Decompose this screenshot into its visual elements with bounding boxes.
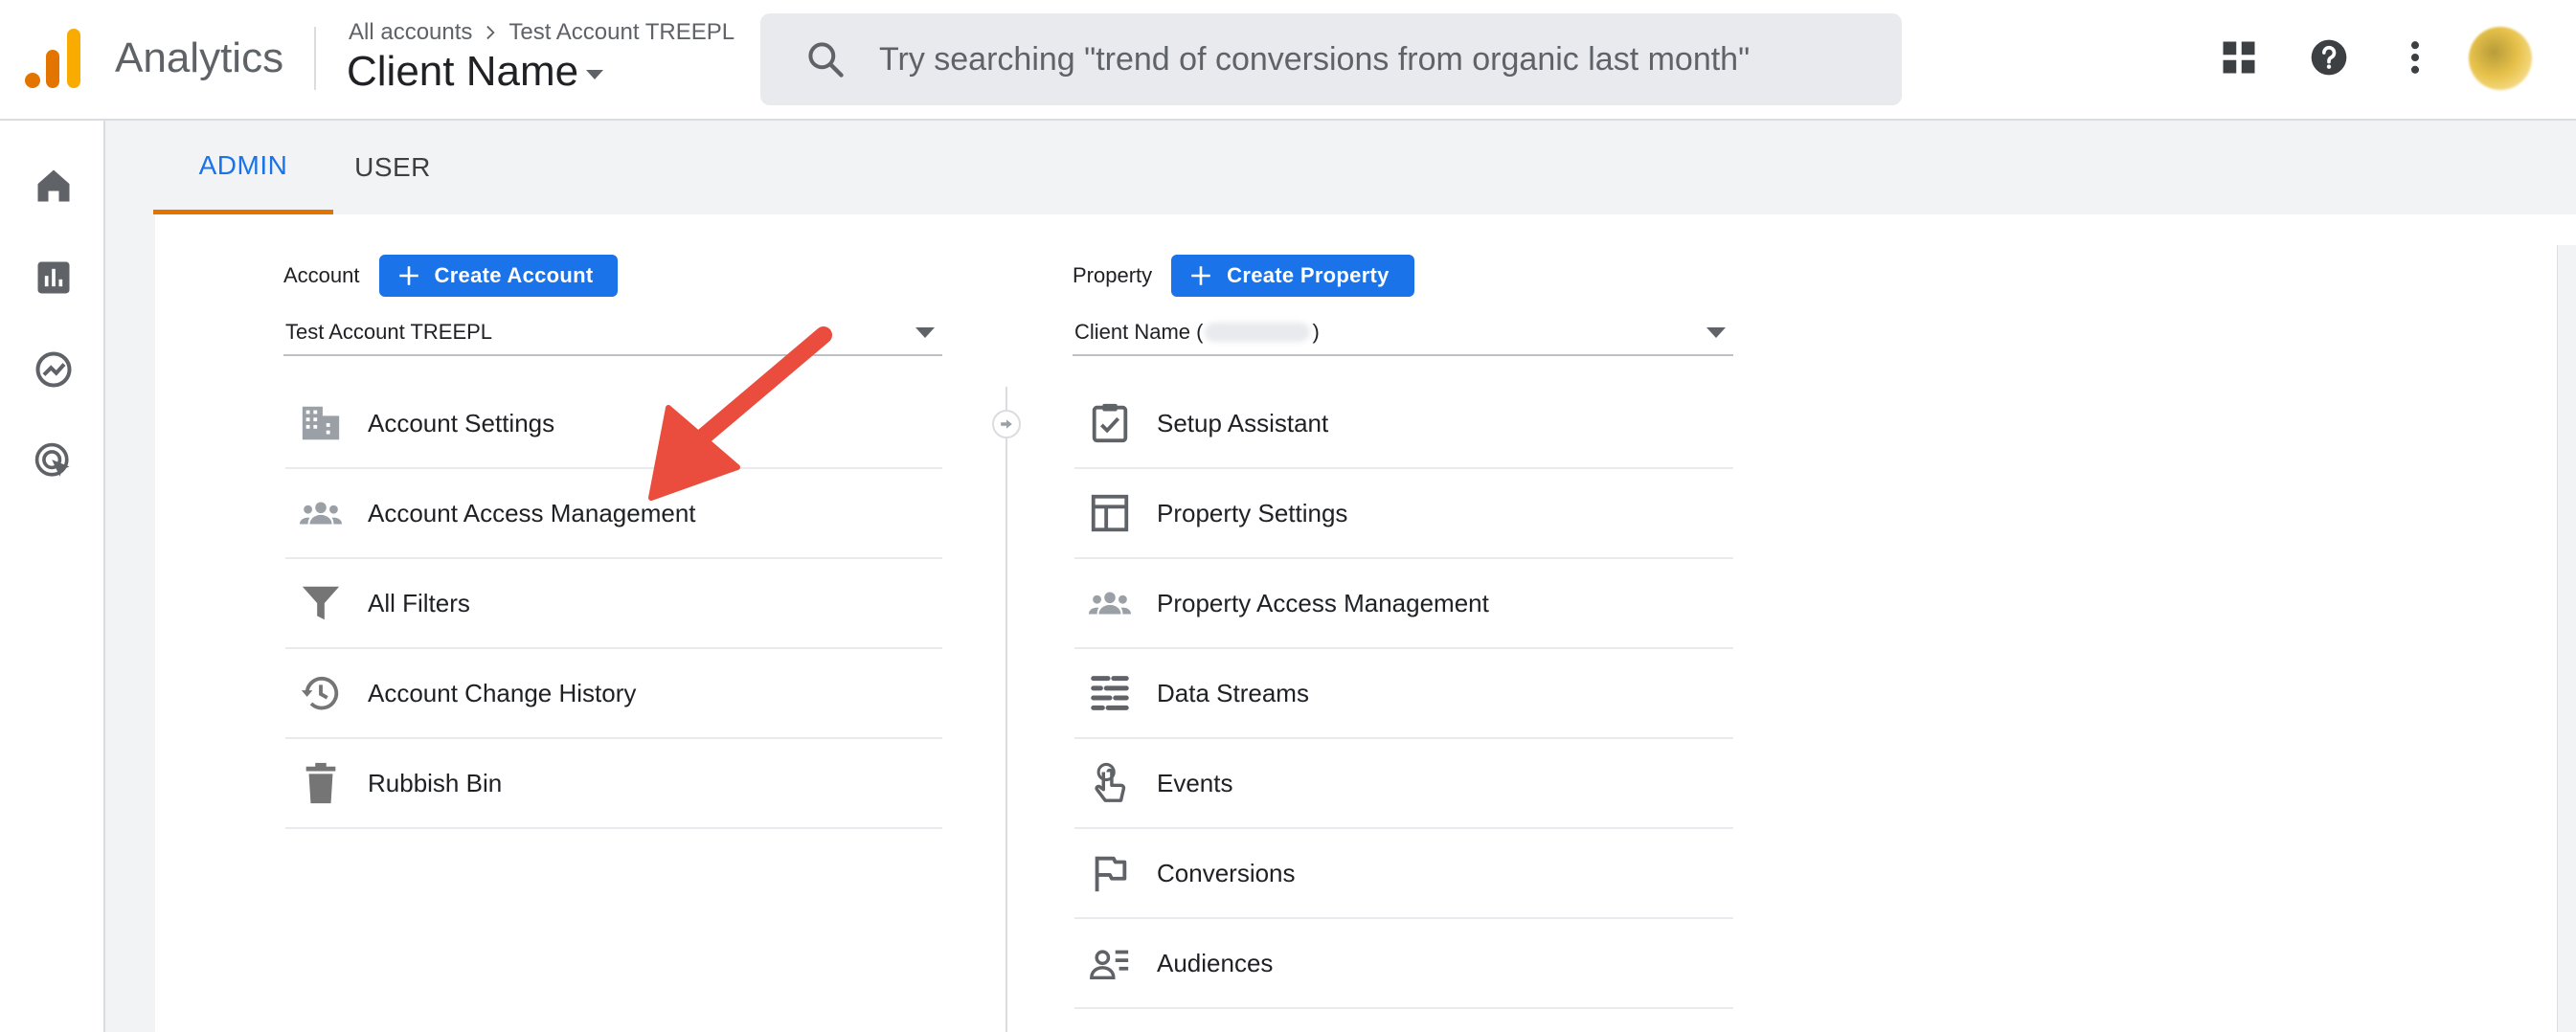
page-scrollbar[interactable] [2557,245,2576,1032]
search-bar[interactable] [760,13,1902,105]
menu-item-conversions[interactable]: Conversions [1074,829,1733,919]
flag-icon [1095,856,1127,892]
menu-item-label: Setup Assistant [1157,408,1329,437]
explore-icon[interactable] [33,348,75,391]
account-menu: Account Settings Account Access Manageme… [285,379,942,829]
account-heading: Account [283,263,360,287]
menu-item-label: Events [1157,768,1233,797]
reports-icon[interactable] [33,257,75,299]
checklist-icon [1092,403,1128,443]
menu-item-label: Account Settings [368,408,555,437]
menu-item-audiences[interactable]: Audiences [1074,919,1733,1009]
more-vert-icon[interactable] [2394,36,2436,79]
filter-icon [302,586,340,620]
help-icon[interactable] [2308,36,2350,79]
dropdown-arrow-icon [915,327,935,338]
caret-down-icon [586,70,604,79]
menu-item-label: Data Streams [1157,678,1309,707]
data-streams-icon [1091,676,1129,710]
menu-item-setup-assistant[interactable]: Setup Assistant [1074,379,1733,469]
layout-icon [1091,494,1129,532]
menu-item-property-access-management[interactable]: Property Access Management [1074,559,1733,649]
people-icon [1088,592,1132,615]
create-property-label: Create Property [1227,263,1390,287]
breadcrumb-all-accounts[interactable]: All accounts [349,19,472,46]
menu-item-account-access-management[interactable]: Account Access Management [285,469,942,559]
advertising-icon[interactable] [33,440,75,482]
tab-user[interactable]: USER [333,121,452,214]
dropdown-arrow-icon [1706,327,1726,338]
menu-item-label: Rubbish Bin [368,768,503,797]
property-selector[interactable]: Client Name [347,48,604,96]
home-icon[interactable] [33,165,75,207]
account-select[interactable]: Test Account TREEPL [283,310,942,356]
avatar[interactable] [2469,27,2532,90]
audiences-icon [1090,950,1129,980]
people-icon [299,502,343,525]
trash-icon [305,762,336,804]
column-divider [1006,387,1007,1032]
apps-grid-icon[interactable] [2218,36,2260,79]
top-bar: Analytics All accounts Test Account TREE… [0,0,2576,121]
search-icon [808,42,844,78]
property-select[interactable]: Client Name ( ) [1073,310,1733,356]
breadcrumb: All accounts Test Account TREEPL [349,19,734,46]
property-heading: Property [1073,263,1153,287]
create-account-label: Create Account [434,263,594,287]
breadcrumb-account[interactable]: Test Account TREEPL [508,19,734,46]
property-menu: Setup Assistant Property Settings Proper… [1074,379,1733,1009]
menu-item-account-settings[interactable]: Account Settings [285,379,942,469]
create-account-button[interactable]: Create Account [378,255,619,297]
connector-arrow-icon [992,410,1021,438]
account-select-value: Test Account TREEPL [285,320,493,344]
menu-item-property-settings[interactable]: Property Settings [1074,469,1733,559]
history-icon [301,676,339,710]
property-header: Property Create Property [1073,255,1414,297]
menu-item-all-filters[interactable]: All Filters [285,559,942,649]
touch-icon [1095,762,1126,802]
analytics-logo-icon[interactable] [25,29,80,88]
menu-item-data-streams[interactable]: Data Streams [1074,649,1733,739]
property-selector-label: Client Name [347,48,579,95]
menu-item-label: All Filters [368,588,470,617]
menu-item-label: Property Access Management [1157,588,1489,617]
redacted-property-id [1205,323,1311,342]
plus-icon [1191,266,1210,285]
app-title: Analytics [115,34,284,81]
plus-icon [398,266,418,285]
menu-item-label: Property Settings [1157,498,1348,527]
chevron-right-icon [486,25,496,40]
menu-item-events[interactable]: Events [1074,739,1733,829]
account-header: Account Create Account [283,255,619,297]
menu-item-account-change-history[interactable]: Account Change History [285,649,942,739]
property-select-prefix: Client Name ( [1074,320,1204,344]
menu-item-label: Conversions [1157,858,1296,887]
menu-item-label: Audiences [1157,948,1274,977]
menu-item-label: Account Access Management [368,498,696,527]
search-input[interactable] [877,39,1839,79]
left-nav-rail [0,121,105,1032]
building-icon [302,406,340,440]
header-divider [314,27,316,90]
create-property-button[interactable]: Create Property [1171,255,1414,297]
menu-item-label: Account Change History [368,678,637,707]
tab-admin[interactable]: ADMIN [153,121,333,214]
property-select-suffix: ) [1312,320,1320,344]
menu-item-rubbish-bin[interactable]: Rubbish Bin [285,739,942,829]
